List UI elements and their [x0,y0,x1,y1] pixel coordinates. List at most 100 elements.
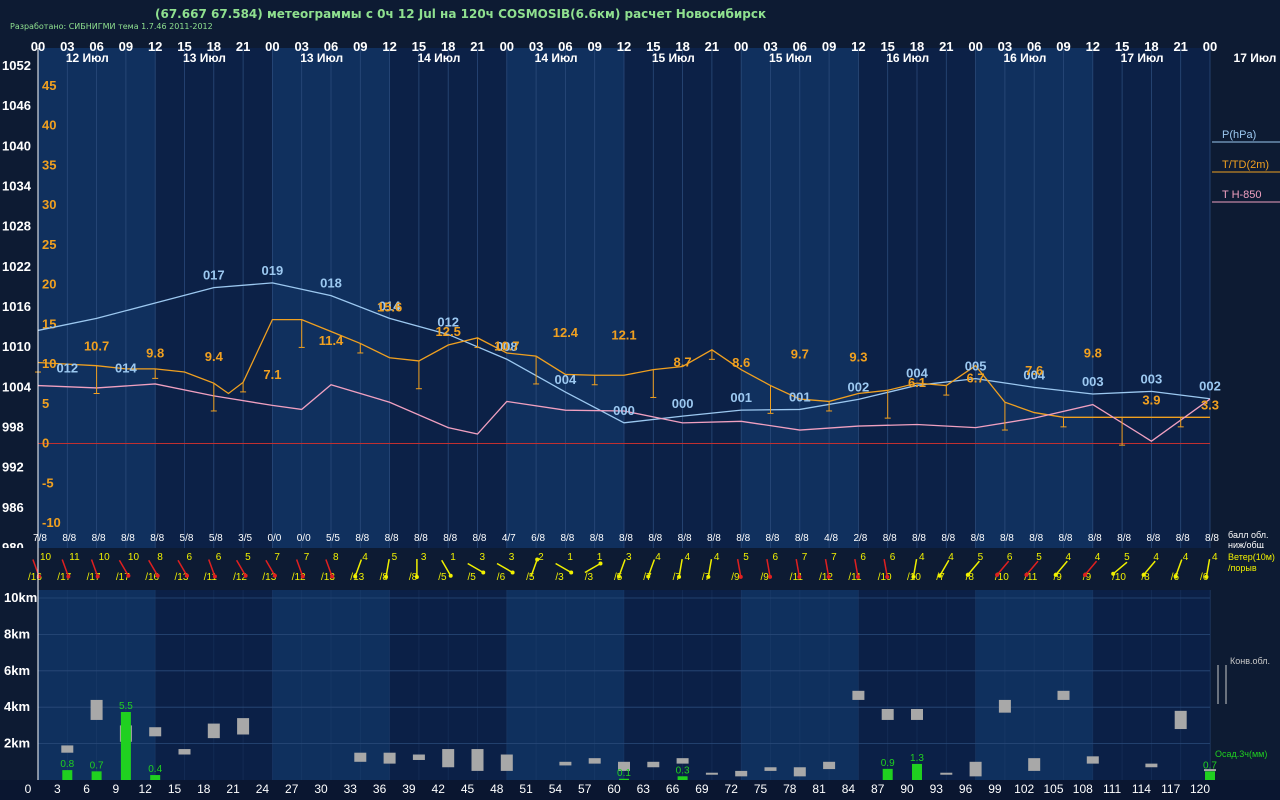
bottom-hour-tick: 75 [754,782,768,796]
pressure-value-label: 017 [203,268,225,283]
bottom-hour-tick: 114 [1132,782,1151,796]
cloud-bar [940,772,953,775]
temperature-value-label: 9.7 [791,346,809,361]
bottom-hour-tick: 3 [54,782,61,796]
cloud-bar [61,745,74,753]
lower-band [506,590,624,780]
precip-bar [120,712,131,780]
cloud-bar [1145,763,1158,768]
wind-arrow-head [1024,572,1029,577]
cloud-bar [412,754,425,760]
wind-arrow-head [855,574,860,579]
bottom-hour-tick: 48 [490,782,504,796]
wind-gust: /9 [731,572,740,583]
top-hour-tick: 12 [148,39,162,54]
wind-arrow-head [1083,572,1088,577]
top-hour-tick: 21 [939,39,953,54]
wind-arrow-head [1053,572,1058,577]
temperature-value-label: 7.1 [263,367,281,382]
wind-arrow-head [965,572,970,577]
wind-arrow-head [448,573,453,578]
conv-label: Конв.обл. [1230,656,1270,666]
bottom-hour-tick: 51 [519,782,533,796]
cloud-bar [881,709,894,720]
top-hour-tick: 21 [470,39,484,54]
cloud-bar [676,758,689,764]
cloud-fraction-label: 7/8 [33,533,47,544]
bottom-hour-tick: 33 [344,782,358,796]
bottom-hour-tick: 66 [666,782,680,796]
wind-arrow-head [353,574,358,579]
bottom-hour-tick: 96 [959,782,973,796]
cloud-bar [178,749,191,755]
temperature-tick: 20 [42,277,56,292]
wind-arrow-head [212,574,217,579]
pressure-tick: 1016 [2,299,31,314]
wind-speed: 4 [948,552,954,563]
temperature-tick: -5 [42,475,54,490]
lower-band [975,590,1093,780]
top-hour-tick: 00 [968,39,982,54]
temperature-value-label: 8.7 [674,354,692,369]
temperature-value-label: 12.5 [436,324,461,339]
precip-bar [882,768,893,780]
wind-speed: 4 [714,552,720,563]
wind-arrow-head [598,561,603,566]
temperature-value-label: 8.6 [732,355,750,370]
temperature-tick: 30 [42,197,56,212]
wind-arrow-head [616,574,621,579]
lower-band [624,590,742,780]
pressure-value-label: 012 [56,361,78,376]
pressure-tick: 1028 [2,219,31,234]
temperature-value-label: 3.9 [1142,393,1160,408]
cloud-bar [559,761,572,766]
bottom-hour-tick: 78 [783,782,797,796]
top-hour-tick: 00 [734,39,748,54]
wind-arrow-head [510,570,515,575]
cloud-fraction-label: 8/8 [62,533,76,544]
bottom-hour-tick: 81 [812,782,826,796]
cloud-fraction-label: 8/8 [1088,533,1102,544]
bottom-hour-tick: 102 [1014,782,1034,796]
temperature-value-label: 11.4 [319,333,344,348]
cloud-bar [383,752,396,764]
precip-title: Осад.3ч(мм) [1215,749,1267,759]
cloud-fraction-label: 4/8 [824,533,838,544]
wind-arrow-head [911,574,916,579]
precip-bar [677,776,688,780]
wind-arrow-head [995,572,1000,577]
wind-speed: 4 [1212,552,1218,563]
bottom-hour-tick: 9 [113,782,120,796]
lower-band [1092,590,1210,780]
wind-speed: 10 [128,552,140,563]
precip-label: 0.7 [1203,760,1217,771]
wind-gust: /5 [438,572,447,583]
cloud-fraction-label: 8/8 [648,533,662,544]
date-label: 15 Июл [769,51,812,65]
pressure-value-label: 003 [1141,371,1163,386]
wind-speed: 8 [157,552,163,563]
wind-arrow-head [126,573,131,578]
temperature-value-label: 9.4 [205,349,224,364]
cloud-label-title: балл обл. [1228,530,1268,540]
wind-arrow-head [738,574,743,579]
cloud-fraction-label: 8/8 [355,533,369,544]
wind-speed: 4 [919,552,925,563]
wind-arrow-head [414,575,419,579]
wind-speed: 4 [655,552,661,563]
cloud-bar [442,749,455,768]
bottom-hour-tick: 105 [1043,782,1063,796]
wind-arrow-head [768,574,773,579]
height-tick: 10km [4,590,37,605]
top-hour-tick: 09 [822,39,836,54]
wind-gust: /11 [848,572,862,583]
temperature-value-label: 12.1 [611,327,636,342]
pressure-tick: 986 [2,500,24,515]
bottom-hour-tick: 57 [578,782,592,796]
bottom-hour-tick: 39 [402,782,416,796]
bottom-hour-tick: 108 [1073,782,1093,796]
precip-label: 0.4 [148,764,162,775]
wind-arrow-head [826,574,831,579]
pressure-tick: 1022 [2,259,31,274]
temperature-value-label: 7.6 [1025,363,1043,378]
